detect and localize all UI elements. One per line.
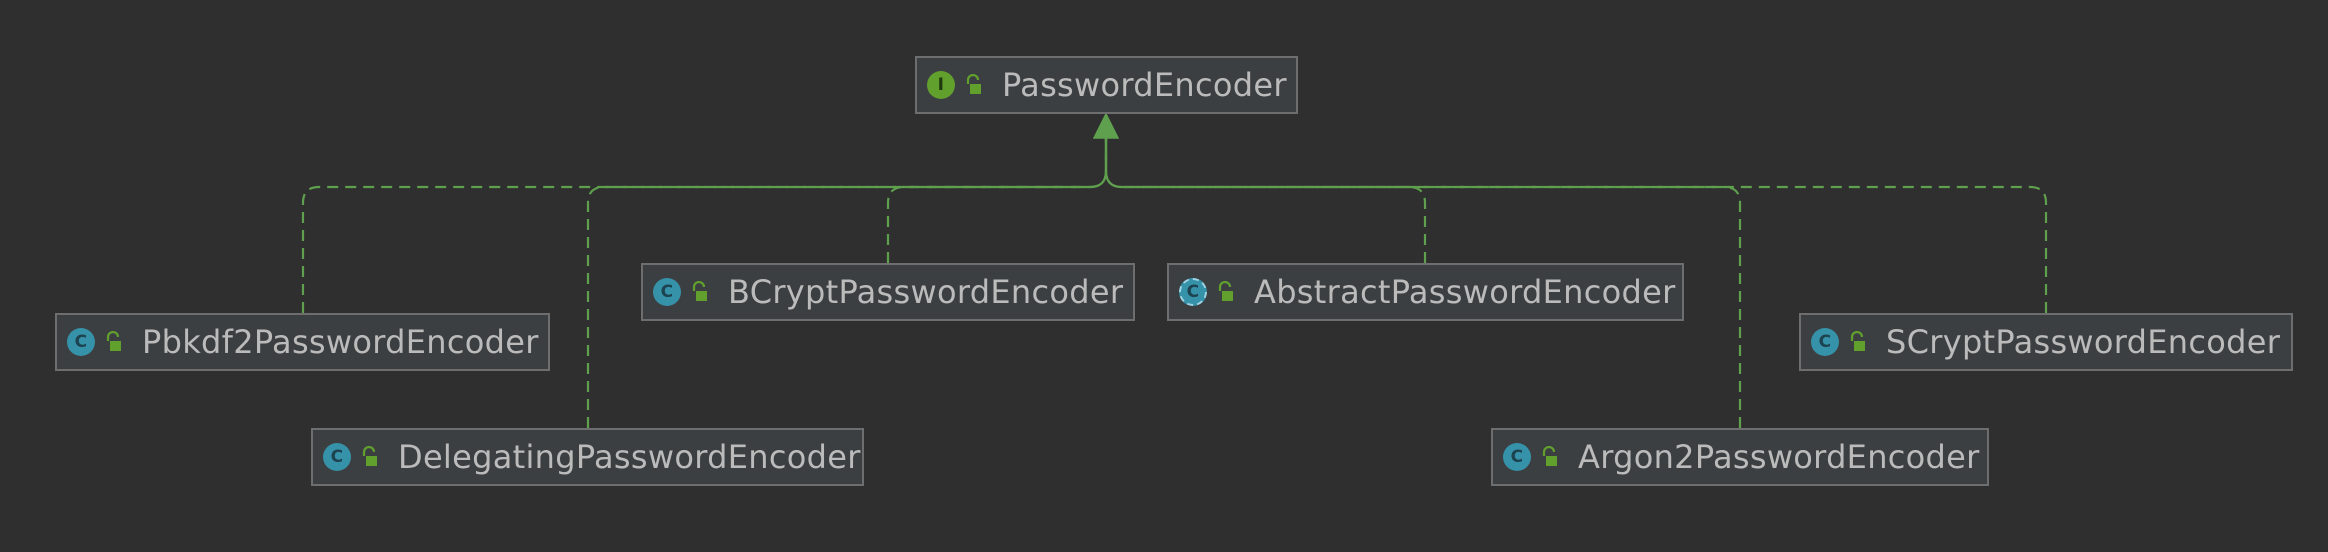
public-visibility-icon bbox=[692, 281, 707, 301]
public-visibility-icon bbox=[1850, 331, 1865, 351]
class-diagram-canvas: I PasswordEncoder C Pbkdf2PasswordEncode… bbox=[0, 0, 2328, 552]
node-scrypt-password-encoder[interactable]: C SCryptPasswordEncoder bbox=[1799, 313, 2293, 371]
implements-arrowhead bbox=[1092, 112, 1120, 139]
class-icon: C bbox=[67, 328, 95, 356]
public-visibility-icon bbox=[1218, 281, 1233, 301]
node-label: BCryptPasswordEncoder bbox=[728, 273, 1124, 311]
public-visibility-icon bbox=[966, 74, 981, 94]
node-label: PasswordEncoder bbox=[1002, 66, 1287, 104]
public-visibility-icon bbox=[1542, 446, 1557, 466]
class-icon: C bbox=[323, 443, 351, 471]
node-abstract-password-encoder[interactable]: C AbstractPasswordEncoder bbox=[1167, 263, 1684, 321]
node-label: AbstractPasswordEncoder bbox=[1254, 273, 1676, 311]
node-pbkdf2-password-encoder[interactable]: C Pbkdf2PasswordEncoder bbox=[55, 313, 550, 371]
public-visibility-icon bbox=[362, 446, 377, 466]
node-label: DelegatingPasswordEncoder bbox=[398, 438, 861, 476]
node-password-encoder[interactable]: I PasswordEncoder bbox=[915, 56, 1298, 114]
class-icon: C bbox=[1811, 328, 1839, 356]
abstract-class-icon: C bbox=[1179, 278, 1207, 306]
interface-icon: I bbox=[927, 71, 955, 99]
node-bcrypt-password-encoder[interactable]: C BCryptPasswordEncoder bbox=[641, 263, 1135, 321]
node-label: SCryptPasswordEncoder bbox=[1886, 323, 2281, 361]
class-icon: C bbox=[1503, 443, 1531, 471]
node-label: Argon2PasswordEncoder bbox=[1578, 438, 1980, 476]
node-argon2-password-encoder[interactable]: C Argon2PasswordEncoder bbox=[1491, 428, 1989, 486]
public-visibility-icon bbox=[106, 331, 121, 351]
node-label: Pbkdf2PasswordEncoder bbox=[142, 323, 539, 361]
node-delegating-password-encoder[interactable]: C DelegatingPasswordEncoder bbox=[311, 428, 864, 486]
edge-abstract bbox=[1104, 130, 1427, 263]
class-icon: C bbox=[653, 278, 681, 306]
edge-bcrypt bbox=[886, 130, 1108, 263]
